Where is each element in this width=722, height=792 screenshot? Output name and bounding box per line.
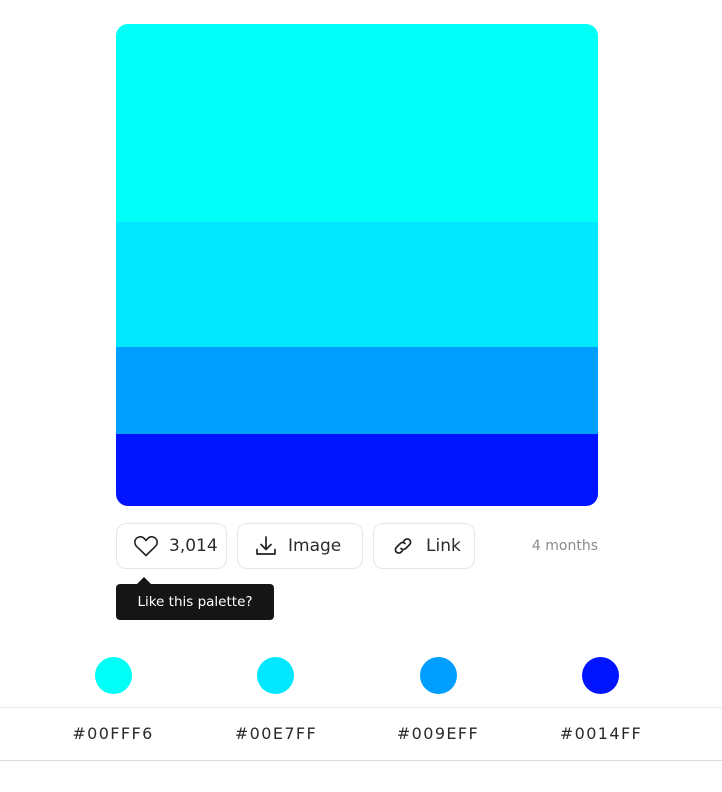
- hex-code-2[interactable]: #00E7FF: [206, 724, 346, 743]
- tooltip-arrow: [137, 577, 151, 584]
- hex-code-3[interactable]: #009EFF: [368, 724, 508, 743]
- like-button[interactable]: 3,014: [116, 523, 227, 569]
- palette-swatch-2[interactable]: [116, 222, 598, 347]
- link-icon: [390, 534, 416, 558]
- like-tooltip: Like this palette?: [116, 577, 274, 620]
- color-dot-1[interactable]: [95, 657, 132, 694]
- published-time: 4 months: [531, 538, 598, 554]
- palette-swatch-3[interactable]: [116, 347, 598, 434]
- download-image-button[interactable]: Image: [237, 523, 363, 569]
- palette-preview[interactable]: [116, 24, 598, 506]
- copy-link-label: Link: [426, 536, 461, 556]
- hex-codes-row: #00FFF6 #00E7FF #009EFF #0014FF: [0, 707, 722, 761]
- like-count: 3,014: [169, 536, 218, 556]
- hex-code-1[interactable]: #00FFF6: [43, 724, 183, 743]
- palette-page: 3,014 Image Link 4 months Like this pale…: [0, 0, 722, 792]
- download-image-label: Image: [288, 536, 342, 556]
- palette-swatch-1[interactable]: [116, 24, 598, 222]
- heart-icon: [133, 534, 159, 558]
- copy-link-button[interactable]: Link: [373, 523, 475, 569]
- color-dot-2[interactable]: [257, 657, 294, 694]
- tooltip-text: Like this palette?: [137, 594, 253, 610]
- palette-actions: 3,014 Image Link 4 months: [116, 523, 598, 571]
- hex-code-4[interactable]: #0014FF: [531, 724, 671, 743]
- color-dots: [0, 657, 722, 695]
- download-icon: [254, 534, 278, 558]
- color-dot-3[interactable]: [420, 657, 457, 694]
- palette-swatch-4[interactable]: [116, 434, 598, 506]
- color-dot-4[interactable]: [582, 657, 619, 694]
